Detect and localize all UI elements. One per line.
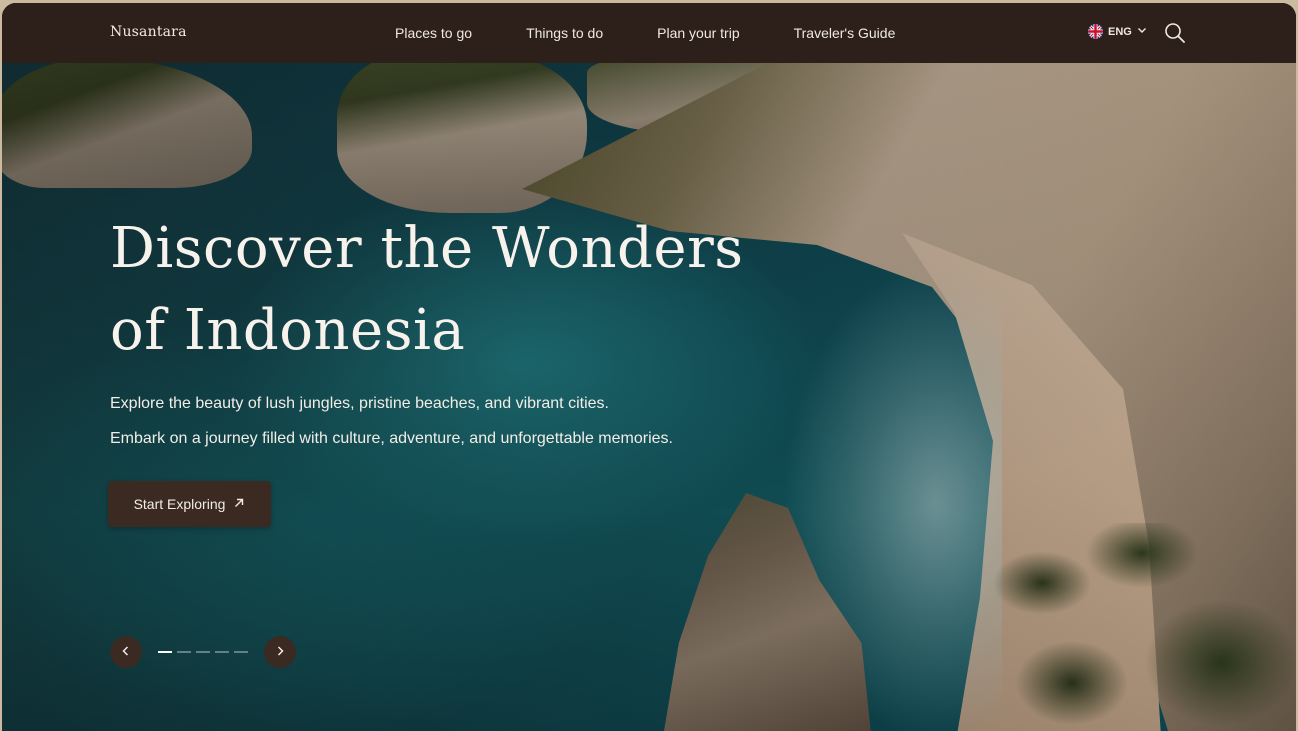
arrow-up-right-icon bbox=[233, 496, 245, 512]
search-icon bbox=[1164, 23, 1186, 48]
main-nav: Places to go Things to do Plan your trip… bbox=[395, 25, 949, 41]
start-exploring-button[interactable]: Start Exploring bbox=[108, 481, 271, 527]
nav-link-places-to-go[interactable]: Places to go bbox=[395, 25, 472, 41]
start-exploring-label: Start Exploring bbox=[133, 496, 226, 512]
carousel-prev-button[interactable] bbox=[110, 636, 142, 668]
nav-link-travelers-guide[interactable]: Traveler's Guide bbox=[794, 25, 896, 41]
carousel-dot-1[interactable] bbox=[158, 651, 172, 653]
language-selector[interactable]: ENG bbox=[1088, 24, 1147, 39]
carousel-next-button[interactable] bbox=[264, 636, 296, 668]
language-label: ENG bbox=[1108, 25, 1132, 38]
hero-subtitle-line-1: Explore the beauty of lush jungles, pris… bbox=[110, 395, 609, 412]
carousel-controls bbox=[110, 636, 296, 668]
chevron-left-icon bbox=[120, 645, 132, 660]
hero-title-line-1: Discover the Wonders bbox=[110, 216, 744, 281]
brand-logo[interactable]: Nusantara bbox=[110, 24, 187, 40]
chevron-right-icon bbox=[274, 645, 286, 660]
carousel-dot-5[interactable] bbox=[234, 651, 248, 653]
search-button[interactable] bbox=[1164, 22, 1186, 44]
nav-link-things-to-do[interactable]: Things to do bbox=[526, 25, 603, 41]
carousel-dot-2[interactable] bbox=[177, 651, 191, 653]
carousel-dot-4[interactable] bbox=[215, 651, 229, 653]
hero-title: Discover the Wonders of Indonesia bbox=[110, 208, 790, 372]
hero-title-line-2: of Indonesia bbox=[110, 298, 466, 363]
top-navbar: Nusantara Places to go Things to do Plan… bbox=[2, 3, 1296, 63]
hero-page: Nusantara Places to go Things to do Plan… bbox=[2, 3, 1296, 731]
uk-flag-icon bbox=[1088, 24, 1103, 39]
carousel-dot-3[interactable] bbox=[196, 651, 210, 653]
hero-subtitle-line-2: Embark on a journey filled with culture,… bbox=[110, 430, 673, 447]
nav-link-plan-your-trip[interactable]: Plan your trip bbox=[657, 25, 739, 41]
carousel-indicators bbox=[158, 651, 248, 653]
chevron-down-icon bbox=[1137, 25, 1147, 38]
